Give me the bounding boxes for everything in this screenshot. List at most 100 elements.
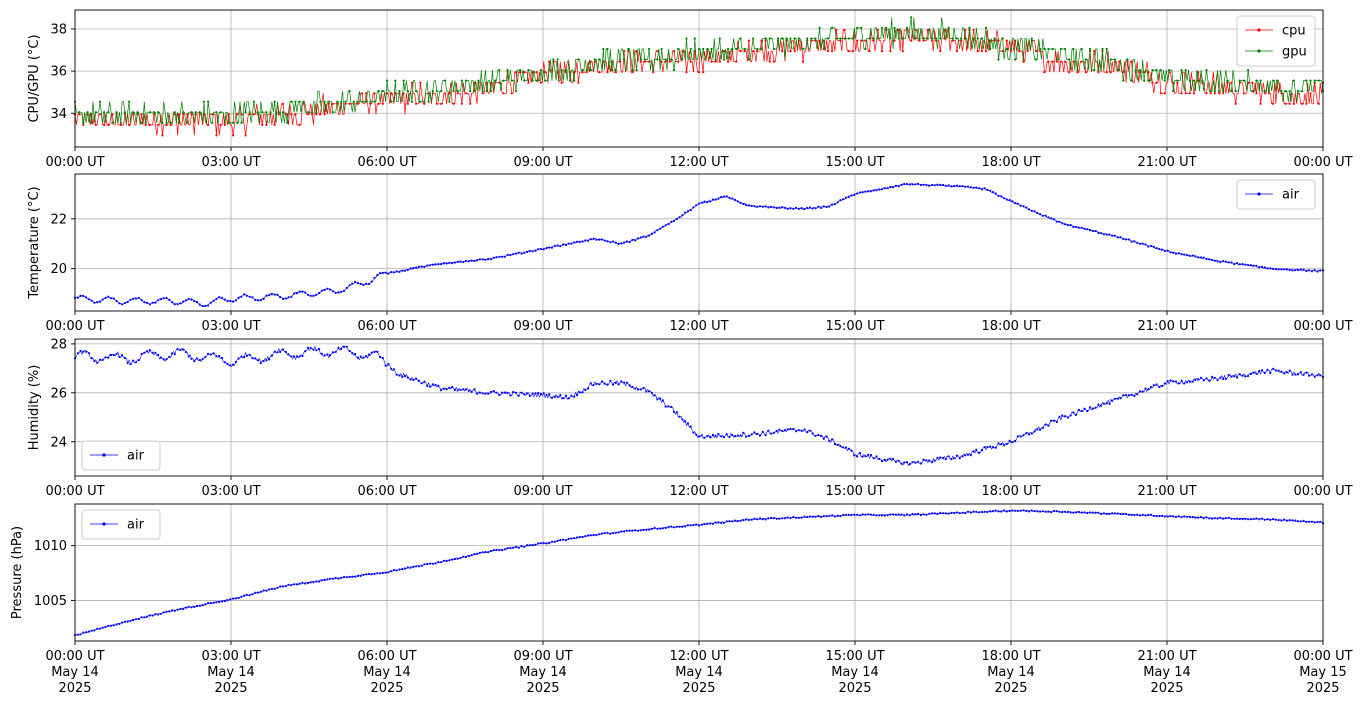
data-point (930, 183, 934, 187)
data-point (581, 391, 584, 394)
data-point (182, 607, 185, 611)
data-point (603, 532, 606, 535)
x-tick-label: 00:00 UT (1293, 319, 1352, 334)
data-point (1211, 517, 1214, 520)
data-point (684, 420, 687, 423)
data-point (731, 47, 734, 51)
y-tick-label: 20 (50, 262, 67, 277)
x-tick-year-label: 2025 (1150, 681, 1183, 696)
data-point (872, 39, 875, 42)
data-point (1050, 510, 1053, 514)
data-point (503, 548, 506, 551)
data-point (523, 393, 526, 396)
data-point (1269, 267, 1272, 270)
data-point (356, 282, 359, 285)
data-point (251, 296, 254, 299)
data-point (476, 392, 479, 395)
data-point (868, 37, 871, 40)
data-point (1116, 397, 1119, 400)
x-tick-label: 21:00 UT (1137, 319, 1196, 334)
data-point (327, 100, 330, 103)
data-point (1166, 515, 1169, 518)
data-point (983, 187, 986, 190)
data-point (693, 37, 696, 40)
data-point (1055, 220, 1058, 223)
data-point (1301, 90, 1304, 93)
data-point (570, 242, 573, 245)
data-point (847, 195, 850, 198)
data-point (528, 394, 531, 397)
data-point (697, 71, 701, 74)
data-point (1014, 509, 1017, 512)
data-point (385, 79, 389, 82)
data-point (415, 90, 418, 93)
data-point (1127, 394, 1130, 397)
data-point (1044, 423, 1047, 426)
data-point (1191, 254, 1194, 257)
data-point (1047, 60, 1050, 63)
data-point (628, 240, 631, 244)
data-point (187, 297, 190, 301)
data-point (392, 368, 395, 371)
data-point (1244, 517, 1247, 521)
data-point (795, 516, 798, 519)
data-point (826, 37, 830, 40)
data-point (373, 100, 376, 103)
data-point (772, 431, 776, 434)
data-point (315, 580, 318, 583)
data-point (650, 527, 654, 531)
data-point (359, 574, 362, 578)
data-point (473, 553, 476, 556)
data-point (165, 610, 168, 613)
data-point (268, 358, 271, 361)
data-point (351, 282, 354, 285)
data-point (1080, 47, 1083, 51)
data-point (1147, 79, 1150, 82)
data-point (592, 383, 595, 387)
data-point (1238, 373, 1241, 376)
data-point (342, 289, 346, 292)
data-point (1266, 368, 1269, 371)
data-point (1255, 517, 1258, 520)
data-point (548, 393, 551, 396)
data-point (268, 294, 271, 297)
data-point (85, 350, 88, 353)
data-point (501, 549, 504, 552)
data-point (409, 378, 412, 381)
data-point (531, 544, 534, 547)
data-point (344, 100, 347, 103)
data-point (606, 531, 609, 534)
data-point (575, 536, 579, 539)
data-point (997, 510, 1000, 513)
data-point (311, 111, 314, 114)
data-point (526, 250, 529, 253)
data-point (489, 258, 493, 261)
data-point (534, 249, 537, 252)
data-point (265, 294, 268, 297)
legend-marker (102, 522, 106, 526)
data-point (1172, 515, 1175, 518)
data-point (875, 514, 878, 517)
data-point (1066, 416, 1069, 419)
data-point (143, 301, 146, 304)
data-point (417, 265, 420, 268)
data-point (1213, 90, 1216, 93)
data-point (581, 240, 584, 243)
data-point (828, 514, 831, 517)
data-point (1155, 81, 1158, 84)
data-point (814, 515, 817, 518)
data-point (918, 37, 921, 40)
data-point (1130, 79, 1133, 82)
data-point (256, 359, 260, 362)
data-point (1305, 102, 1308, 105)
data-point (789, 207, 792, 210)
data-point (415, 565, 418, 568)
data-point (603, 382, 606, 385)
data-point (195, 604, 199, 608)
data-point (387, 363, 390, 366)
legend-label: air (1282, 188, 1300, 203)
data-point (1188, 515, 1191, 519)
data-point (1288, 519, 1291, 522)
data-point (559, 539, 562, 542)
data-point (753, 205, 756, 208)
